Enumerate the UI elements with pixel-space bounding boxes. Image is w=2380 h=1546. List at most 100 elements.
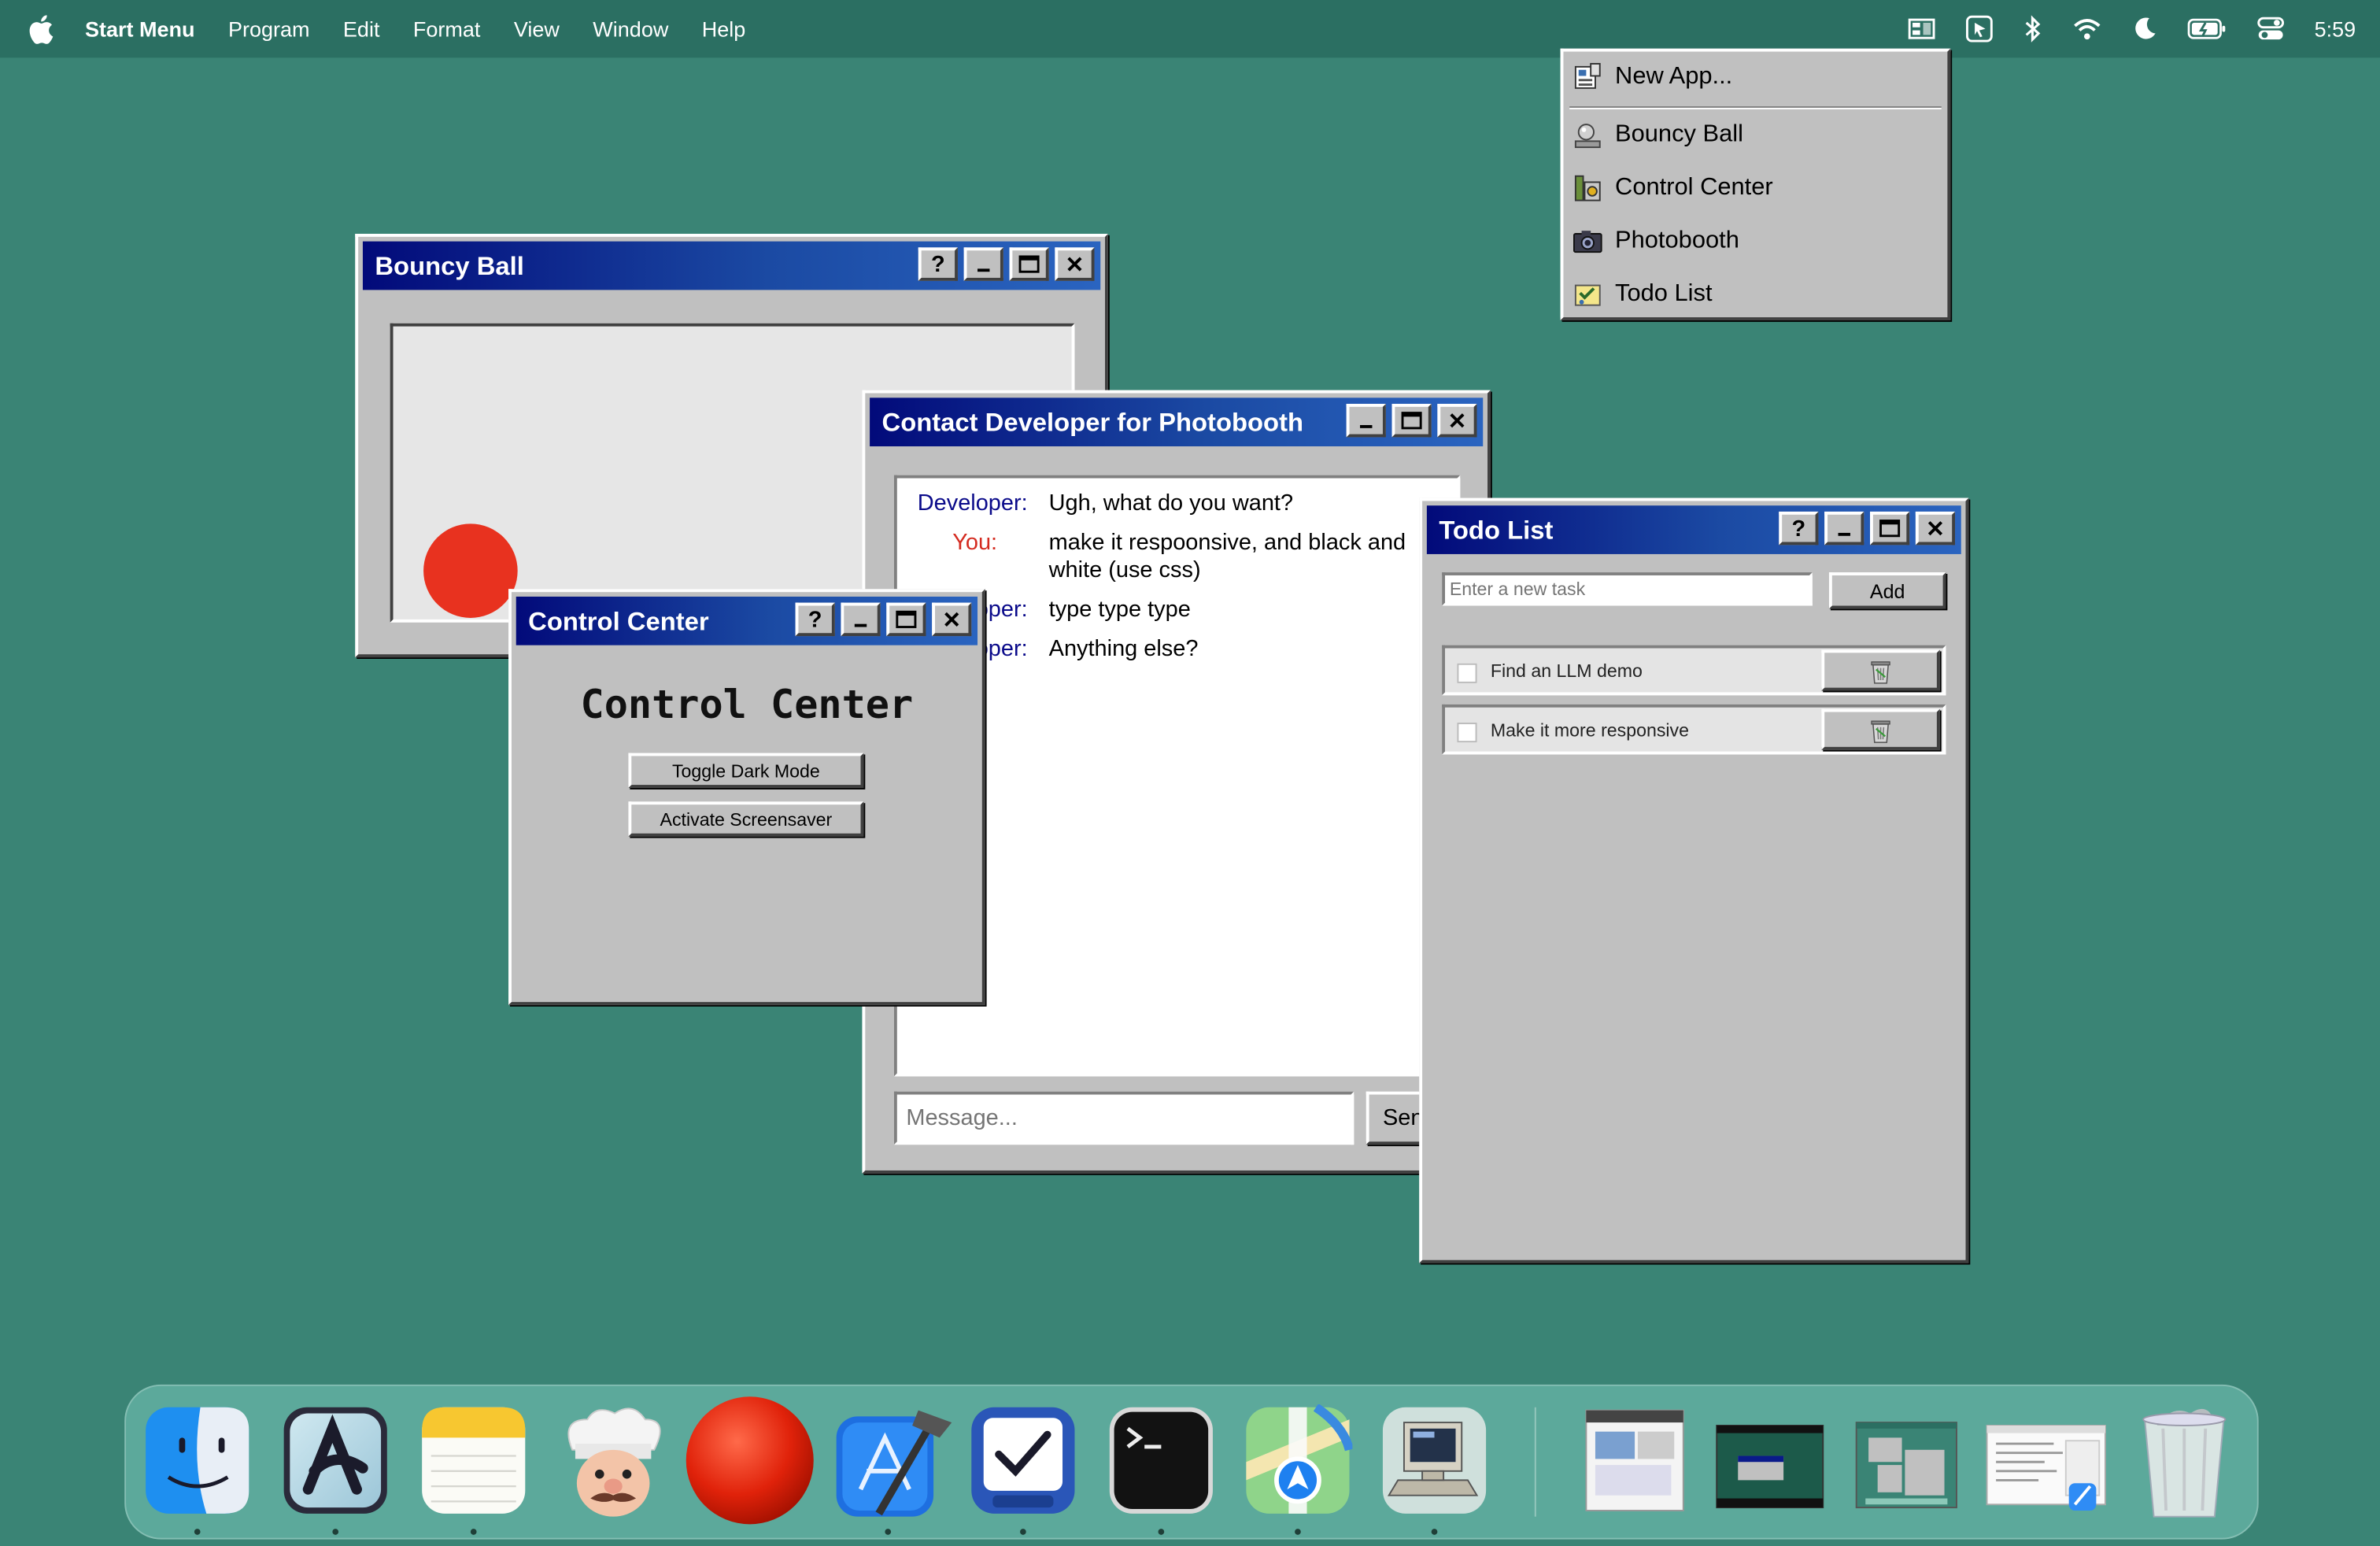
start-menu-item-todo-list[interactable]: Todo List — [1572, 273, 1713, 316]
dock-notes[interactable] — [419, 1404, 528, 1535]
dock-minimized-window-1[interactable] — [1577, 1404, 1690, 1517]
minimize-button[interactable] — [1824, 511, 1864, 546]
new-app-icon — [1572, 62, 1603, 93]
dock-tasks[interactable] — [968, 1404, 1077, 1535]
moon-icon[interactable] — [2132, 17, 2156, 41]
new-task-input[interactable] — [1442, 572, 1813, 606]
bluetooth-icon[interactable] — [2023, 15, 2041, 43]
minimize-button[interactable] — [963, 247, 1003, 281]
minimize-icon — [978, 268, 990, 272]
maximize-button[interactable] — [1009, 247, 1049, 281]
clock[interactable]: 5:59 — [2315, 17, 2356, 41]
todo-item: Make it more responsive — [1442, 704, 1946, 755]
help-button[interactable]: ? — [1779, 511, 1819, 546]
control-center-icon — [1572, 173, 1603, 204]
running-indicator — [1295, 1529, 1301, 1535]
close-button[interactable] — [1055, 247, 1095, 281]
toggle-dark-mode-button[interactable]: Toggle Dark Mode — [628, 753, 864, 788]
bouncy-ball-titlebar[interactable]: Bouncy Ball ? — [362, 241, 1101, 290]
dock-minimized-window-4[interactable] — [1984, 1404, 2112, 1517]
menu-view[interactable]: View — [514, 17, 560, 41]
bouncy-ball-icon — [1572, 120, 1603, 150]
todo-list-window: Todo List ? Add Find an LLM demo Make it… — [1419, 497, 1969, 1263]
todo-item-text: Find an LLM demo — [1490, 660, 1643, 682]
dock-bouncy-ball[interactable] — [685, 1396, 814, 1525]
red-ball-icon — [686, 1396, 814, 1525]
chat-text: Anything else? — [1048, 636, 1199, 662]
control-center-status-icon[interactable] — [2256, 17, 2284, 41]
dock-maps[interactable] — [1244, 1403, 1354, 1535]
add-task-button[interactable]: Add — [1828, 572, 1946, 609]
minimize-button[interactable] — [1346, 404, 1386, 438]
start-menu-item-control-center[interactable]: Control Center — [1572, 167, 1773, 209]
minimize-icon — [1838, 532, 1850, 536]
control-center-heading: Control Center — [580, 682, 914, 729]
menu-program[interactable]: Program — [228, 17, 310, 41]
start-menu-item-photobooth[interactable]: Photobooth — [1572, 220, 1739, 263]
control-center-titlebar[interactable]: Control Center ? — [516, 596, 978, 645]
menu-help[interactable]: Help — [702, 17, 746, 41]
help-button[interactable]: ? — [795, 602, 835, 637]
trash-icon — [1871, 660, 1890, 683]
maximize-button[interactable] — [886, 602, 926, 637]
terminal-icon — [1109, 1407, 1213, 1514]
wifi-icon[interactable] — [2071, 17, 2102, 41]
delete-task-button[interactable] — [1821, 708, 1940, 750]
dock-finder[interactable] — [142, 1404, 252, 1535]
message-input[interactable] — [893, 1091, 1354, 1145]
close-button[interactable] — [1915, 511, 1956, 546]
apple-icon[interactable] — [29, 14, 57, 43]
dock-terminal[interactable] — [1107, 1404, 1216, 1535]
menu-window[interactable]: Window — [593, 17, 668, 41]
dock-minimized-window-2[interactable] — [1713, 1404, 1826, 1517]
menu-edit[interactable]: Edit — [343, 17, 380, 41]
menu-format[interactable]: Format — [413, 17, 481, 41]
help-button[interactable]: ? — [918, 247, 958, 281]
start-menu-status-icon[interactable] — [1908, 17, 1935, 41]
start-menu-item-new-app[interactable]: New App... — [1572, 56, 1732, 98]
start-menu-item-bouncy-ball[interactable]: Bouncy Ball — [1572, 114, 1743, 157]
close-icon — [1927, 521, 1943, 536]
maximize-icon — [896, 610, 917, 628]
todo-checkbox[interactable] — [1457, 663, 1477, 683]
menu-separator — [1569, 106, 1942, 109]
trash-icon — [1871, 719, 1890, 742]
maximize-button[interactable] — [1391, 404, 1432, 438]
dock-xcode[interactable] — [833, 1404, 952, 1535]
todo-titlebar[interactable]: Todo List ? — [1426, 505, 1961, 554]
pointer-tool-icon[interactable] — [1965, 15, 1993, 43]
start-menu-dropdown: New App... Bouncy Ball Control Center Ph… — [1560, 48, 1951, 320]
red-ball[interactable] — [423, 523, 518, 618]
chat-text: Ugh, what do you want? — [1048, 490, 1294, 516]
close-button[interactable] — [1437, 404, 1477, 438]
todo-icon — [1572, 279, 1603, 310]
start-menu-item-label: Todo List — [1615, 280, 1713, 307]
maximize-icon — [1018, 255, 1040, 273]
checklist-icon — [971, 1407, 1075, 1514]
classic-computer-icon — [1382, 1407, 1487, 1514]
maximize-button[interactable] — [1870, 511, 1910, 546]
dock-minimized-window-3[interactable] — [1850, 1404, 1963, 1517]
dock-classic-mac[interactable] — [1380, 1404, 1489, 1535]
close-button[interactable] — [932, 602, 972, 637]
dock — [124, 1384, 2259, 1540]
menu-app-name[interactable]: Start Menu — [85, 17, 195, 41]
start-menu-item-label: Control Center — [1615, 174, 1773, 201]
delete-task-button[interactable] — [1821, 649, 1940, 691]
window-title: Contact Developer for Photobooth — [881, 408, 1304, 438]
contact-titlebar[interactable]: Contact Developer for Photobooth — [870, 398, 1484, 447]
trash-icon — [2142, 1408, 2227, 1518]
battery-icon[interactable] — [2187, 18, 2227, 39]
todo-checkbox[interactable] — [1457, 723, 1477, 743]
chat-text: make it respoonsive, and black and white… — [1048, 530, 1406, 583]
minimize-button[interactable] — [841, 602, 881, 637]
dock-trash[interactable] — [2130, 1404, 2239, 1518]
maps-icon — [1246, 1403, 1354, 1514]
activate-screensaver-button[interactable]: Activate Screensaver — [628, 801, 864, 837]
dock-chef[interactable] — [551, 1404, 661, 1517]
window-thumbnail-icon — [1716, 1424, 1824, 1509]
xcode-icon — [836, 1410, 952, 1517]
dock-arc[interactable] — [281, 1404, 390, 1535]
chat-text: type type type — [1048, 596, 1191, 623]
close-icon — [1067, 257, 1082, 272]
